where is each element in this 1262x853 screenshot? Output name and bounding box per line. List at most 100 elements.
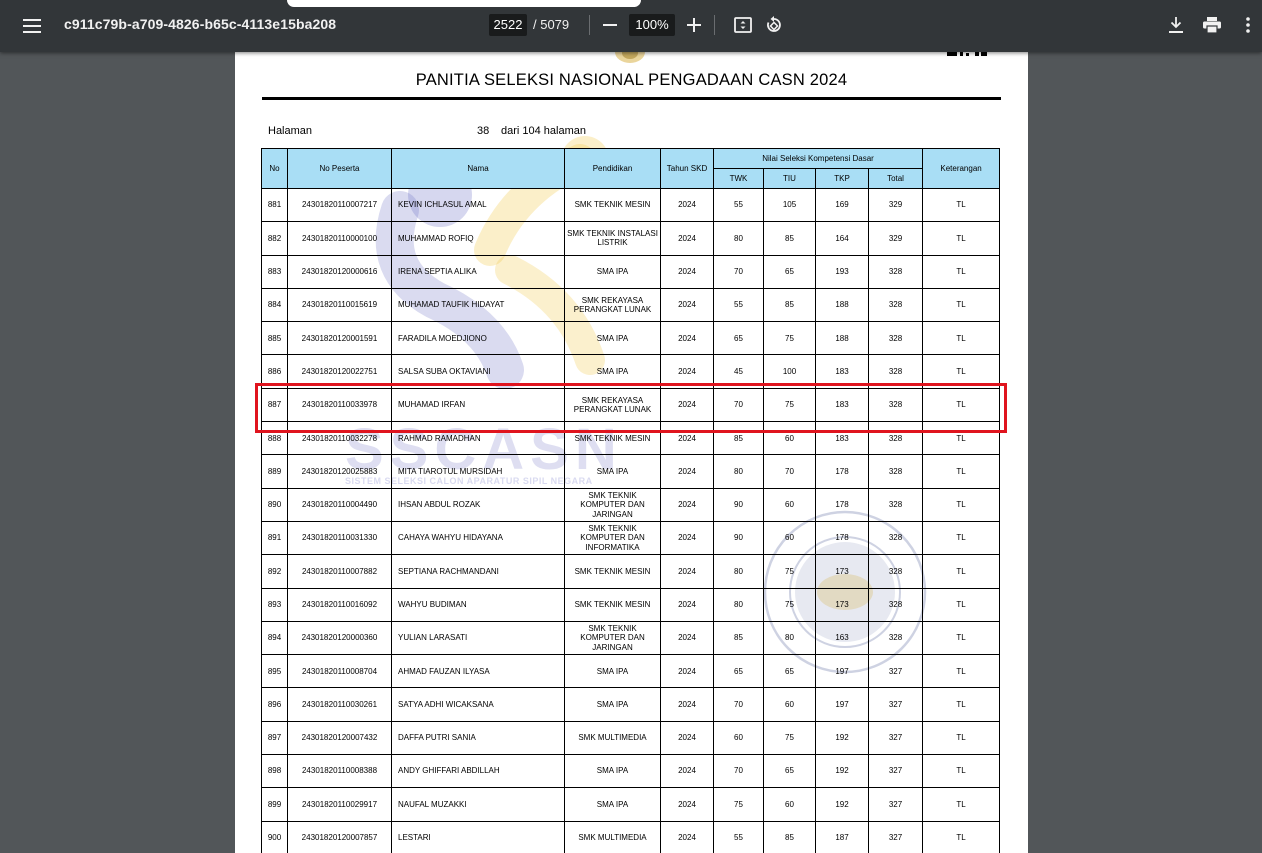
- cell-tahun: 2024: [660, 321, 714, 356]
- cell-pendidikan: SMK TEKNIK MESIN: [564, 421, 661, 456]
- cell-no: 890: [261, 487, 288, 522]
- cell-peserta: 24301820110015619: [287, 287, 392, 323]
- cell-twk: 70: [713, 754, 764, 789]
- cell-total: 328: [867, 454, 924, 489]
- table-row: 889 24301820120025883 MITA TIAROTUL MURSID…: [261, 454, 1001, 489]
- table-row: 884 24301820110015619 MUHAMAD TAUFIK HIDAY…: [261, 287, 1001, 323]
- cell-tkp: 178: [815, 520, 869, 556]
- cell-total: 327: [867, 720, 924, 756]
- cell-peserta: 24301820110007882: [287, 554, 392, 589]
- cell-tkp: 173: [815, 587, 869, 622]
- cell-tahun: 2024: [660, 487, 714, 522]
- cell-tkp: 183: [815, 387, 869, 423]
- cell-ket: TL: [922, 487, 1001, 522]
- cell-ket: TL: [922, 620, 1001, 656]
- cell-total: 329: [867, 221, 924, 256]
- cell-tkp: 164: [815, 221, 869, 256]
- cell-ket: TL: [922, 187, 1001, 223]
- cell-tkp: 183: [815, 354, 869, 389]
- cell-peserta: 24301820110032278: [287, 421, 392, 456]
- cell-ket: TL: [922, 421, 1001, 456]
- cell-total: 328: [867, 554, 924, 589]
- cell-twk: 65: [713, 321, 764, 356]
- table-row: 885 24301820120001591 FARADILA MOEDJIONO SM…: [261, 321, 1001, 356]
- zoom-input[interactable]: 100%: [629, 14, 675, 36]
- cell-tkp: 187: [815, 820, 869, 853]
- column-group-nilai-skd: Nilai Seleksi Kompetensi Dasar: [712, 148, 924, 169]
- column-header-tiu: TIU: [763, 168, 816, 189]
- cell-pendidikan: SMA IPA: [564, 254, 661, 289]
- table-row: 899 24301820110029917 NAUFAL MUZAKKI SMA IP…: [261, 787, 1001, 822]
- cell-tkp: 192: [815, 787, 869, 822]
- cell-ket: TL: [922, 387, 1001, 423]
- cell-tiu: 85: [763, 287, 816, 323]
- cell-total: 328: [867, 520, 924, 556]
- table-row: 891 24301820110031330 CAHAYA WAHYU HIDAYAN…: [261, 520, 1001, 556]
- cell-nama: NAUFAL MUZAKKI: [391, 787, 565, 822]
- cell-tahun: 2024: [660, 421, 714, 456]
- cell-no: 899: [261, 787, 288, 822]
- cell-pendidikan: SMK TEKNIK KOMPUTER DAN JARINGAN: [564, 620, 661, 656]
- cell-tiu: 80: [763, 620, 816, 656]
- cell-pendidikan: SMA IPA: [564, 354, 661, 389]
- cell-peserta: 24301820110007217: [287, 187, 392, 223]
- cell-tahun: 2024: [660, 354, 714, 389]
- cell-tahun: 2024: [660, 187, 714, 223]
- cell-ket: TL: [922, 354, 1001, 389]
- heading-rule: [262, 97, 1001, 100]
- zoom-out-icon[interactable]: [599, 14, 621, 36]
- table-row: 896 24301820110030261 SATYA ADHI WICAKSANA…: [261, 687, 1001, 722]
- fit-page-icon[interactable]: [731, 13, 755, 37]
- cell-tiu: 65: [763, 754, 816, 789]
- cell-no: 895: [261, 654, 288, 689]
- download-icon[interactable]: [1164, 13, 1188, 37]
- cell-tiu: 75: [763, 554, 816, 589]
- zoom-in-icon[interactable]: [683, 14, 705, 36]
- cell-twk: 70: [713, 254, 764, 289]
- cell-tiu: 75: [763, 387, 816, 423]
- cell-tkp: 183: [815, 421, 869, 456]
- cell-twk: 65: [713, 654, 764, 689]
- cell-twk: 60: [713, 720, 764, 756]
- cell-ket: TL: [922, 454, 1001, 489]
- cell-tiu: 60: [763, 487, 816, 522]
- cell-pendidikan: SMK REKAYASA PERANGKAT LUNAK: [564, 287, 661, 323]
- cell-tkp: 192: [815, 720, 869, 756]
- menu-icon[interactable]: [18, 12, 46, 40]
- more-vert-icon[interactable]: [1238, 13, 1258, 37]
- cell-total: 329: [867, 187, 924, 223]
- cell-peserta: 24301820110030261: [287, 687, 392, 722]
- cell-ket: TL: [922, 687, 1001, 722]
- cell-nama: SEPTIANA RACHMANDANI: [391, 554, 565, 589]
- cell-tahun: 2024: [660, 254, 714, 289]
- cell-pendidikan: SMK TEKNIK KOMPUTER DAN INFORMATIKA: [564, 520, 661, 556]
- table-row: 883 24301820120000616 IRENA SEPTIA ALIKA SM…: [261, 254, 1001, 289]
- cell-pendidikan: SMK MULTIMEDIA: [564, 720, 661, 756]
- table-row: 888 24301820110032278 RAHMAD RAMADHAN SMK T…: [261, 421, 1001, 456]
- page-title: PANITIA SELEKSI NASIONAL PENGADAAN CASN …: [415, 71, 848, 89]
- cell-tahun: 2024: [660, 754, 714, 789]
- table-row: 898 24301820110008388 ANDY GHIFFARI ABDILL…: [261, 754, 1001, 789]
- cell-ket: TL: [922, 321, 1001, 356]
- cell-twk: 80: [713, 554, 764, 589]
- cell-total: 328: [867, 354, 924, 389]
- page-number-input[interactable]: 2522: [489, 14, 527, 36]
- print-icon[interactable]: [1199, 13, 1225, 37]
- table-row: 900 24301820120007857 LESTARI SMK MULTIMEDI…: [261, 820, 1001, 853]
- cell-pendidikan: SMA IPA: [564, 787, 661, 822]
- cell-no: 896: [261, 687, 288, 722]
- cell-tkp: 197: [815, 687, 869, 722]
- cell-peserta: 24301820110008388: [287, 754, 392, 789]
- halaman-total: dari 104 halaman: [501, 125, 587, 137]
- cell-pendidikan: SMA IPA: [564, 654, 661, 689]
- cell-twk: 75: [713, 787, 764, 822]
- cell-ket: TL: [922, 287, 1001, 323]
- column-header-twk: TWK: [713, 168, 764, 189]
- cell-ket: TL: [922, 254, 1001, 289]
- rotate-icon[interactable]: [762, 13, 786, 37]
- cell-total: 327: [867, 787, 924, 822]
- cell-tkp: 188: [815, 287, 869, 323]
- cell-ket: TL: [922, 221, 1001, 256]
- page-total: / 5079: [533, 17, 570, 32]
- cell-no: 894: [261, 620, 288, 656]
